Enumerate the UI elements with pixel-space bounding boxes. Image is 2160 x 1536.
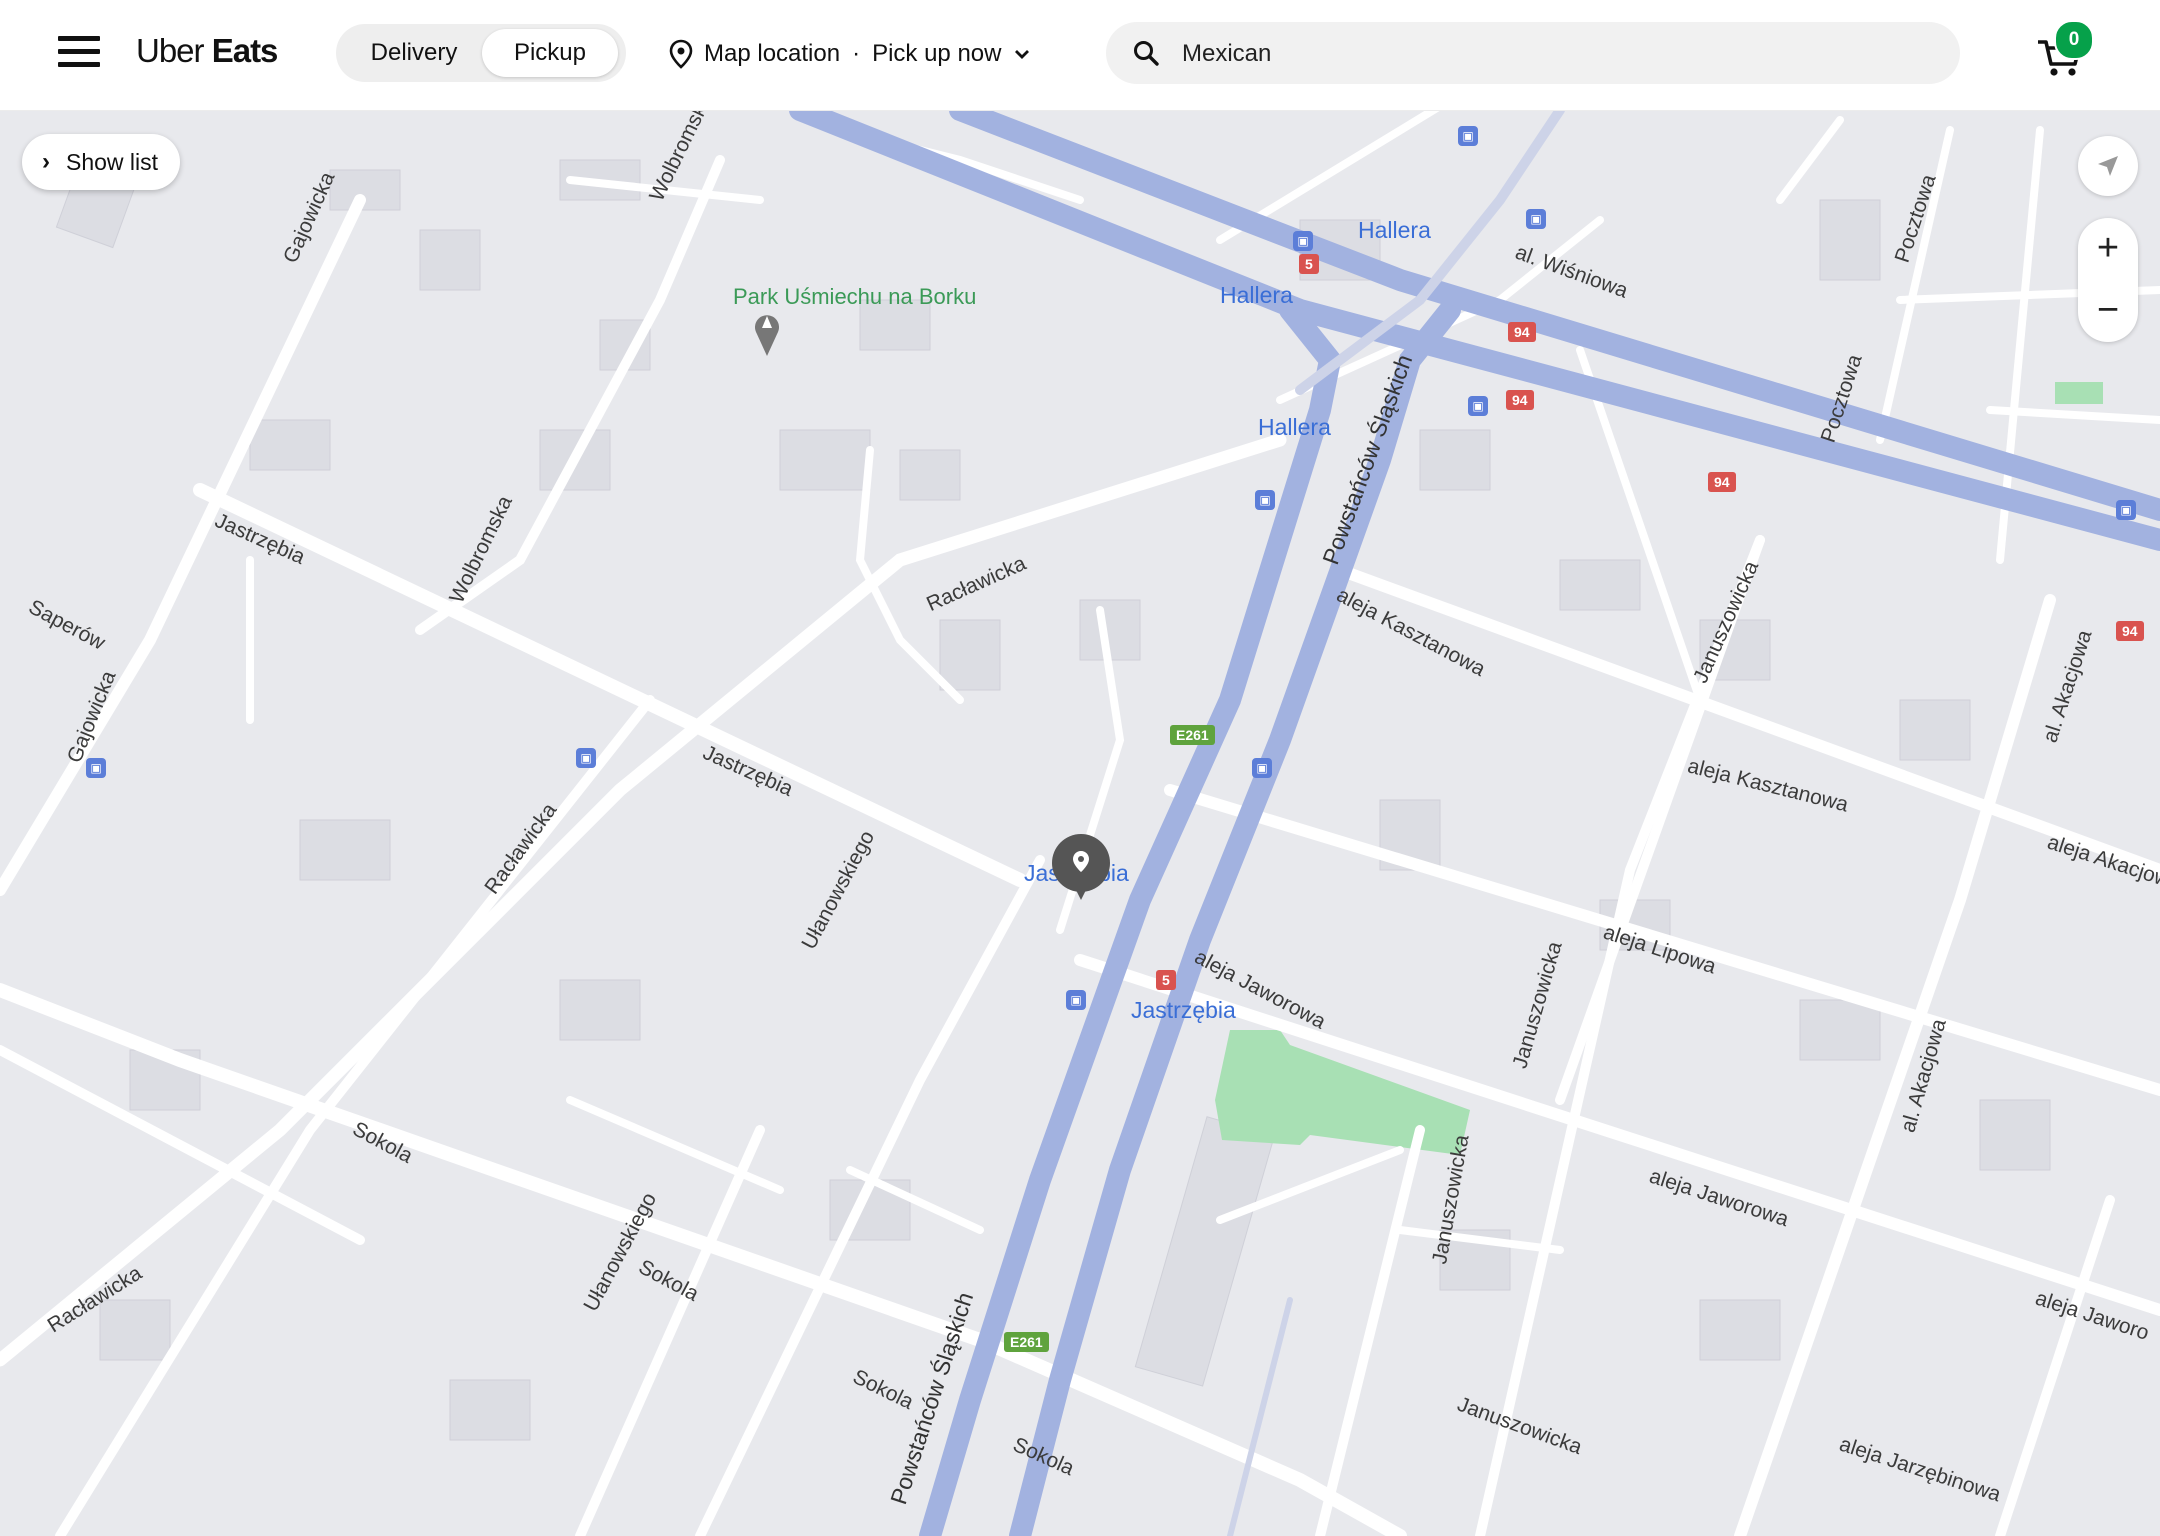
route-shield-94: 94 [2116,621,2144,641]
bus-stop-icon: ▣ [576,748,596,768]
locate-me-button[interactable] [2078,136,2138,196]
bus-stop-icon: ▣ [1252,758,1272,778]
park-marker-icon [755,315,779,356]
bus-stop-icon: ▣ [1458,126,1478,146]
uber-eats-logo[interactable]: Uber Eats [136,32,279,70]
zoom-in-button[interactable]: + [2078,218,2138,280]
search-input[interactable] [1180,32,1924,76]
location-time-selector[interactable]: Map location · Pick up now [668,36,1031,72]
zoom-controls: + − [2078,218,2138,342]
stop-label-hallera-1: Hallera [1358,217,1431,243]
route-shield-e261: E261 [1004,1332,1049,1352]
search-bar [1106,22,1960,84]
stop-label-hallera-2: Hallera [1220,282,1293,308]
route-shield-94: 94 [1708,472,1736,492]
pickup-tab[interactable]: Pickup [482,29,618,77]
logo-eats: Eats [211,32,279,69]
bus-stop-icon: ▣ [1066,990,1086,1010]
top-bar: Uber Eats Delivery Pickup Map location ·… [0,0,2160,111]
delivery-tab[interactable]: Delivery [346,29,482,77]
location-pin-icon [669,39,693,69]
cart-count-badge: 0 [2054,20,2094,60]
route-shield-5: 5 [1299,254,1319,274]
zoom-out-button[interactable]: − [2078,280,2138,342]
show-list-label: Show list [66,148,159,175]
pickup-time-label: Pick up now [872,40,1002,67]
map-canvas [0,110,2160,1536]
park-label: Park Uśmiechu na Borku [733,284,977,309]
map-view[interactable]: Park Uśmiechu na Borku Hallera Hallera H… [0,110,2160,1536]
stop-label-jastrzebia-2: Jastrzębia [1131,997,1236,1023]
map-location-pin-icon[interactable] [1050,834,1112,918]
location-label: Map location [704,40,841,67]
bus-stop-icon: ▣ [1468,396,1488,416]
route-shield-94: 94 [1508,322,1536,342]
delivery-mode-toggle: Delivery Pickup [336,24,626,82]
bus-stop-icon: ▣ [1293,231,1313,251]
route-shield-e261: E261 [1170,725,1215,745]
menu-icon[interactable] [58,36,100,70]
stop-label-hallera-3: Hallera [1258,414,1331,440]
navigation-arrow-icon [2098,156,2118,176]
chevron-right-icon: › [42,148,50,175]
bus-stop-icon: ▣ [2116,500,2136,520]
route-shield-5: 5 [1156,970,1176,990]
bus-stop-icon: ▣ [86,758,106,778]
bus-stop-icon: ▣ [1255,490,1275,510]
location-separator: · [852,40,861,67]
chevron-down-icon [1015,50,1030,59]
bus-stop-icon: ▣ [1526,209,1546,229]
show-list-button[interactable]: › Show list [22,134,181,190]
search-icon [1134,41,1159,66]
logo-uber: Uber [136,32,205,69]
route-shield-94: 94 [1506,390,1534,410]
